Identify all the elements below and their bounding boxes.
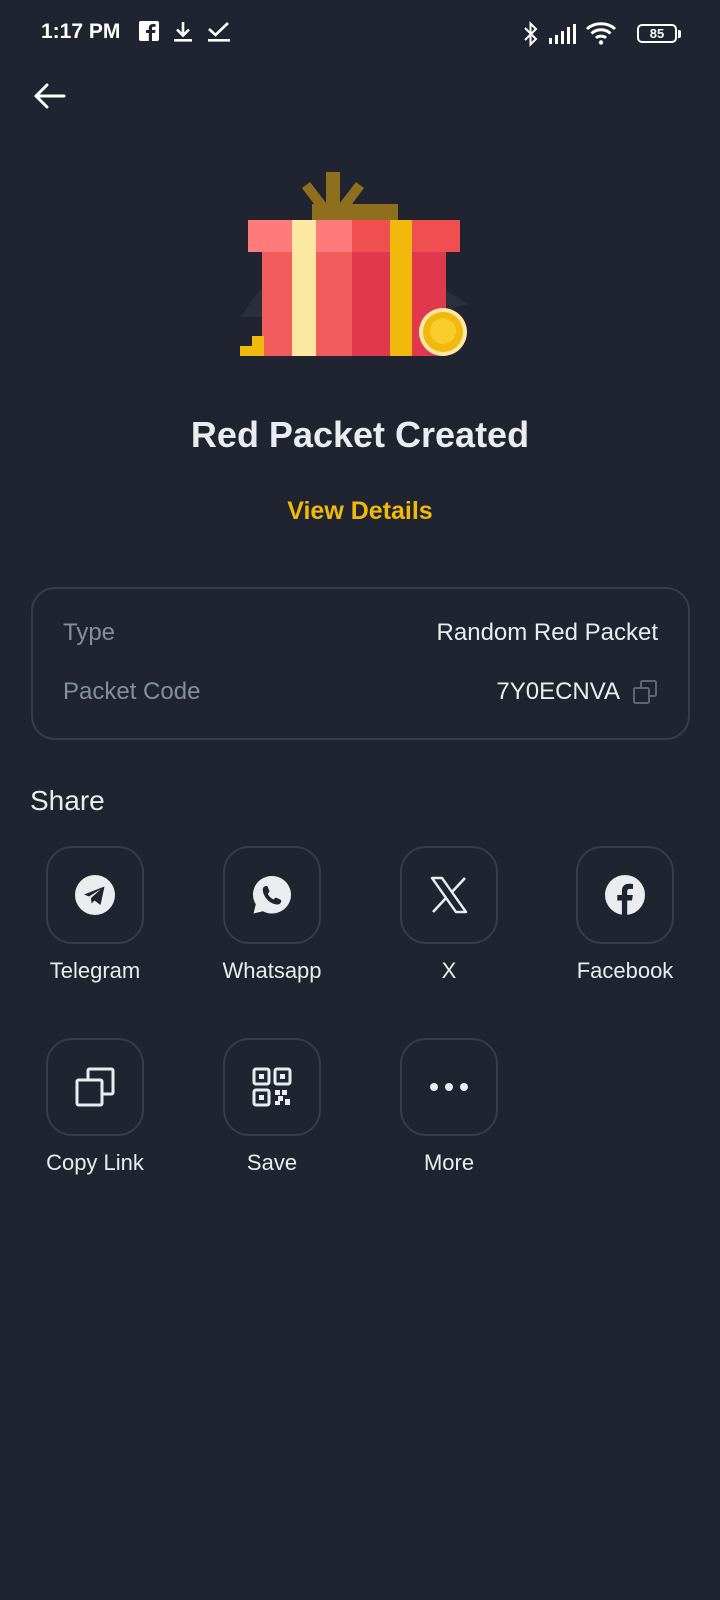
bluetooth-icon: [524, 21, 538, 47]
share-whatsapp-label: Whatsapp: [222, 958, 322, 983]
share-more-label: More: [423, 1150, 475, 1175]
gift-box-illustration: [240, 172, 468, 356]
share-whatsapp-button[interactable]: Whatsapp: [192, 846, 352, 984]
signal-icon: [549, 24, 576, 44]
packet-code-row: Packet Code 7Y0ECNVA: [63, 678, 658, 712]
share-whatsapp-circle[interactable]: [223, 846, 321, 944]
share-x-button[interactable]: X: [369, 846, 529, 984]
share-copy-link-button[interactable]: Copy Link: [15, 1038, 175, 1176]
facebook-notification-icon: [139, 21, 159, 41]
share-telegram-button[interactable]: Telegram: [15, 846, 175, 984]
view-details-link[interactable]: View Details: [0, 497, 720, 526]
share-more-button[interactable]: More: [369, 1038, 529, 1176]
battery-icon: 85: [637, 24, 681, 43]
type-label: Type: [63, 619, 116, 646]
share-facebook-button[interactable]: Facebook: [545, 846, 705, 984]
page-title: Red Packet Created: [190, 414, 530, 455]
share-copy-link-circle[interactable]: [46, 1038, 144, 1136]
share-save-label: Save: [246, 1150, 298, 1175]
view-details-label[interactable]: View Details: [287, 497, 432, 525]
share-more-circle[interactable]: [400, 1038, 498, 1136]
packet-code-value: 7Y0ECNVA: [496, 678, 620, 705]
whatsapp-icon: [253, 876, 291, 914]
more-icon: [430, 1083, 468, 1091]
share-telegram-label: Telegram: [49, 958, 141, 983]
type-row: Type Random Red Packet: [63, 619, 658, 653]
packet-code-value-group: 7Y0ECNVA: [496, 678, 658, 706]
share-copy-link-label: Copy Link: [46, 1150, 144, 1175]
share-facebook-label: Facebook: [576, 958, 674, 983]
share-save-button[interactable]: Save: [192, 1038, 352, 1176]
packet-info-card: Type Random Red Packet Packet Code 7Y0EC…: [31, 587, 690, 740]
share-save-circle[interactable]: [223, 1038, 321, 1136]
qr-code-icon: [252, 1067, 292, 1107]
packet-code-label: Packet Code: [63, 678, 201, 705]
share-telegram-circle[interactable]: [46, 846, 144, 944]
arrow-left-icon: [34, 83, 66, 109]
x-icon: [430, 876, 468, 914]
copy-link-icon: [75, 1067, 115, 1107]
facebook-icon: [605, 875, 645, 915]
wifi-icon: [585, 22, 617, 45]
download-icon: [174, 22, 192, 42]
share-x-circle[interactable]: [400, 846, 498, 944]
share-facebook-circle[interactable]: [576, 846, 674, 944]
back-button[interactable]: [30, 80, 70, 120]
copy-code-icon[interactable]: [632, 679, 658, 705]
share-section-title: Share: [30, 785, 105, 816]
share-x-label: X: [441, 958, 457, 983]
status-time: 1:17 PM: [41, 20, 121, 43]
type-value: Random Red Packet: [436, 619, 658, 646]
telegram-icon: [75, 875, 115, 915]
check-icon: [208, 22, 230, 42]
